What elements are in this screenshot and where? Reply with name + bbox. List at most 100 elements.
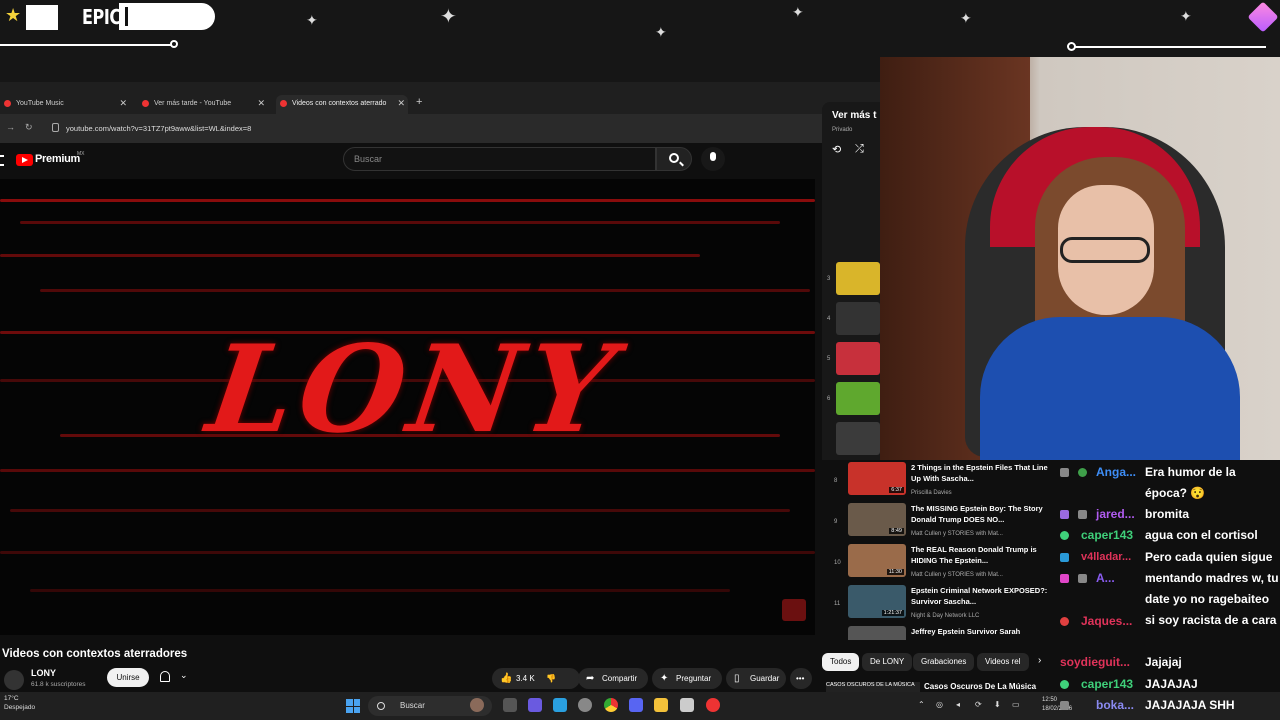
- recommendation-item[interactable]: 9 8:49 The MISSING Epstein Boy: The Stor…: [834, 503, 1056, 541]
- loop-icon[interactable]: ⟲: [832, 143, 841, 156]
- thumbs-down-icon[interactable]: 👎: [546, 668, 556, 689]
- search-input[interactable]: Buscar: [343, 147, 656, 171]
- more-actions-button[interactable]: •••: [790, 668, 812, 689]
- recommendation-thumbnail[interactable]: 1:21:37: [848, 585, 906, 618]
- recommendation-thumbnail[interactable]: [848, 626, 906, 640]
- app-icon[interactable]: [680, 698, 694, 712]
- playlist-item-thumbnail[interactable]: [836, 422, 880, 455]
- video-title: Videos con contextos aterradores: [2, 648, 188, 660]
- chat-username[interactable]: soydieguit...: [1060, 652, 1130, 673]
- taskbar-widget-icon[interactable]: [470, 698, 484, 712]
- chat-username[interactable]: boka...: [1096, 695, 1134, 716]
- playlist-item-thumbnail[interactable]: [836, 302, 880, 335]
- channel-avatar[interactable]: [4, 670, 24, 690]
- voice-search-button[interactable]: [701, 147, 725, 171]
- recommendation-thumbnail[interactable]: CASOS OSCUROS DE LA MÚSICA: [826, 682, 920, 692]
- settings-icon[interactable]: [578, 698, 592, 712]
- recommendation-title[interactable]: 2 Things in the Epstein Files That Line …: [911, 462, 1051, 484]
- chat-text: Pero cada quien sigue mentando madres w,…: [1145, 550, 1279, 627]
- recommendation-item[interactable]: 11 1:21:37 Epstein Criminal Network EXPO…: [834, 585, 1056, 623]
- chrome-icon[interactable]: [604, 698, 618, 712]
- more-icon: •••: [796, 674, 805, 683]
- channel-name[interactable]: LONY: [31, 668, 56, 678]
- chevron-up-icon[interactable]: ⌃: [918, 700, 925, 709]
- chat-username[interactable]: v4lladar...: [1081, 547, 1131, 568]
- subscriber-count: 61.8 k suscriptores: [31, 681, 86, 688]
- recommendation-number: 10: [834, 560, 841, 566]
- chat-username[interactable]: A...: [1096, 568, 1115, 589]
- recommendation-title[interactable]: Epstein Criminal Network EXPOSED?: Survi…: [911, 585, 1051, 607]
- task-view-icon[interactable]: [503, 698, 517, 712]
- tab-watch-later[interactable]: Ver más tarde - YouTube ✕: [138, 95, 268, 114]
- save-button[interactable]: ▯ Guardar: [726, 668, 786, 689]
- sparkle-icon: ✦: [440, 6, 457, 28]
- playlist-title[interactable]: Ver más t: [832, 110, 876, 121]
- chat-username[interactable]: caper143: [1081, 525, 1133, 546]
- forward-icon[interactable]: →: [6, 122, 15, 132]
- recommendation-thumbnail[interactable]: 6:37: [848, 462, 906, 495]
- file-explorer-icon[interactable]: [654, 698, 668, 712]
- youtube-logo-icon[interactable]: [16, 154, 33, 166]
- share-label: Compartir: [602, 674, 638, 683]
- recommendation-thumbnail[interactable]: 11:30: [848, 544, 906, 577]
- recommendation-title[interactable]: Casos Oscuros De La Música: [924, 682, 1036, 691]
- discord-icon[interactable]: [629, 698, 643, 712]
- recommendation-title[interactable]: The MISSING Epstein Boy: The Story Donal…: [911, 503, 1051, 525]
- chip-grabaciones[interactable]: Grabaciones: [913, 653, 975, 671]
- shuffle-icon[interactable]: ⤮: [855, 143, 864, 156]
- tray-icon[interactable]: ◂: [956, 700, 960, 709]
- windows-start-icon[interactable]: [346, 699, 360, 713]
- tray-icon[interactable]: ⟳: [975, 700, 982, 709]
- chat-text: JAJAJAJA SHH: [1145, 698, 1235, 712]
- chip-de-lony[interactable]: De LONY: [862, 653, 913, 671]
- decorative-node: [170, 40, 178, 48]
- share-button[interactable]: ➦ Compartir: [578, 668, 648, 689]
- close-icon[interactable]: ✕: [257, 95, 265, 112]
- app-icon[interactable]: [706, 698, 720, 712]
- chip-videos-relacionados[interactable]: Videos rel: [977, 653, 1029, 671]
- recommendation-channel: Priscilla Davies: [911, 490, 952, 496]
- close-icon[interactable]: ✕: [395, 95, 405, 112]
- playlist-item-thumbnail[interactable]: [836, 342, 880, 375]
- bell-icon[interactable]: [160, 671, 170, 682]
- chevron-right-icon[interactable]: ›: [1038, 655, 1041, 666]
- chat-badge-icon: [1078, 574, 1087, 583]
- recommendation-channel: Matt Cullen y STORIES with Mat...: [911, 572, 1003, 578]
- site-info-icon[interactable]: [52, 123, 59, 132]
- chat-username[interactable]: Anga...: [1096, 462, 1136, 483]
- chat-username[interactable]: jared...: [1096, 504, 1135, 525]
- playlist-item-number: 6: [827, 396, 831, 402]
- video-player[interactable]: LONY: [0, 179, 815, 635]
- youtube-premium-label[interactable]: Premium: [35, 153, 80, 165]
- tab-current-video[interactable]: Videos con contextos aterrado ✕: [276, 95, 408, 114]
- chevron-down-icon[interactable]: ⌄: [180, 670, 188, 681]
- reload-icon[interactable]: ↻: [25, 122, 33, 133]
- network-icon[interactable]: ▭: [1012, 700, 1020, 709]
- chip-todos[interactable]: Todos: [822, 653, 860, 671]
- recommendation-thumbnail[interactable]: 8:49: [848, 503, 906, 536]
- channel-watermark-icon[interactable]: [782, 599, 806, 621]
- recommendation-title[interactable]: The REAL Reason Donald Trump is HIDING T…: [911, 544, 1051, 566]
- ask-button[interactable]: ✦ Preguntar: [652, 668, 722, 689]
- recommendation-item[interactable]: 10 11:30 The REAL Reason Donald Trump is…: [834, 544, 1056, 582]
- menu-icon[interactable]: [0, 155, 4, 166]
- weather-widget[interactable]: 17°C Despejado: [4, 694, 35, 712]
- url-field[interactable]: youtube.com/watch?v=31TZ7pt9aww&list=WL&…: [66, 124, 251, 133]
- teams-icon[interactable]: [528, 698, 542, 712]
- recommendation-item[interactable]: 8 6:37 2 Things in the Epstein Files Tha…: [834, 462, 1056, 500]
- new-tab-button[interactable]: +: [416, 96, 422, 108]
- playlist-item-thumbnail[interactable]: [836, 262, 880, 295]
- recommendation-title[interactable]: Jeffrey Epstein Survivor Sarah: [911, 626, 1051, 637]
- playlist-item-thumbnail[interactable]: [836, 382, 880, 415]
- chat-username[interactable]: Jaques...: [1081, 611, 1132, 632]
- sparkle-icon: ✦: [660, 673, 669, 684]
- tab-youtube-music[interactable]: YouTube Music ✕: [0, 95, 130, 114]
- close-icon[interactable]: ✕: [119, 95, 127, 112]
- tray-icon[interactable]: ⬇: [994, 700, 1001, 709]
- photos-icon[interactable]: [553, 698, 567, 712]
- like-button[interactable]: 👍 3.4 K 👎: [492, 668, 580, 689]
- join-button[interactable]: Unirse: [107, 668, 149, 687]
- tray-icon[interactable]: ◎: [936, 700, 943, 709]
- search-button[interactable]: [656, 147, 692, 171]
- recommendation-item[interactable]: Jeffrey Epstein Survivor Sarah: [834, 626, 1056, 640]
